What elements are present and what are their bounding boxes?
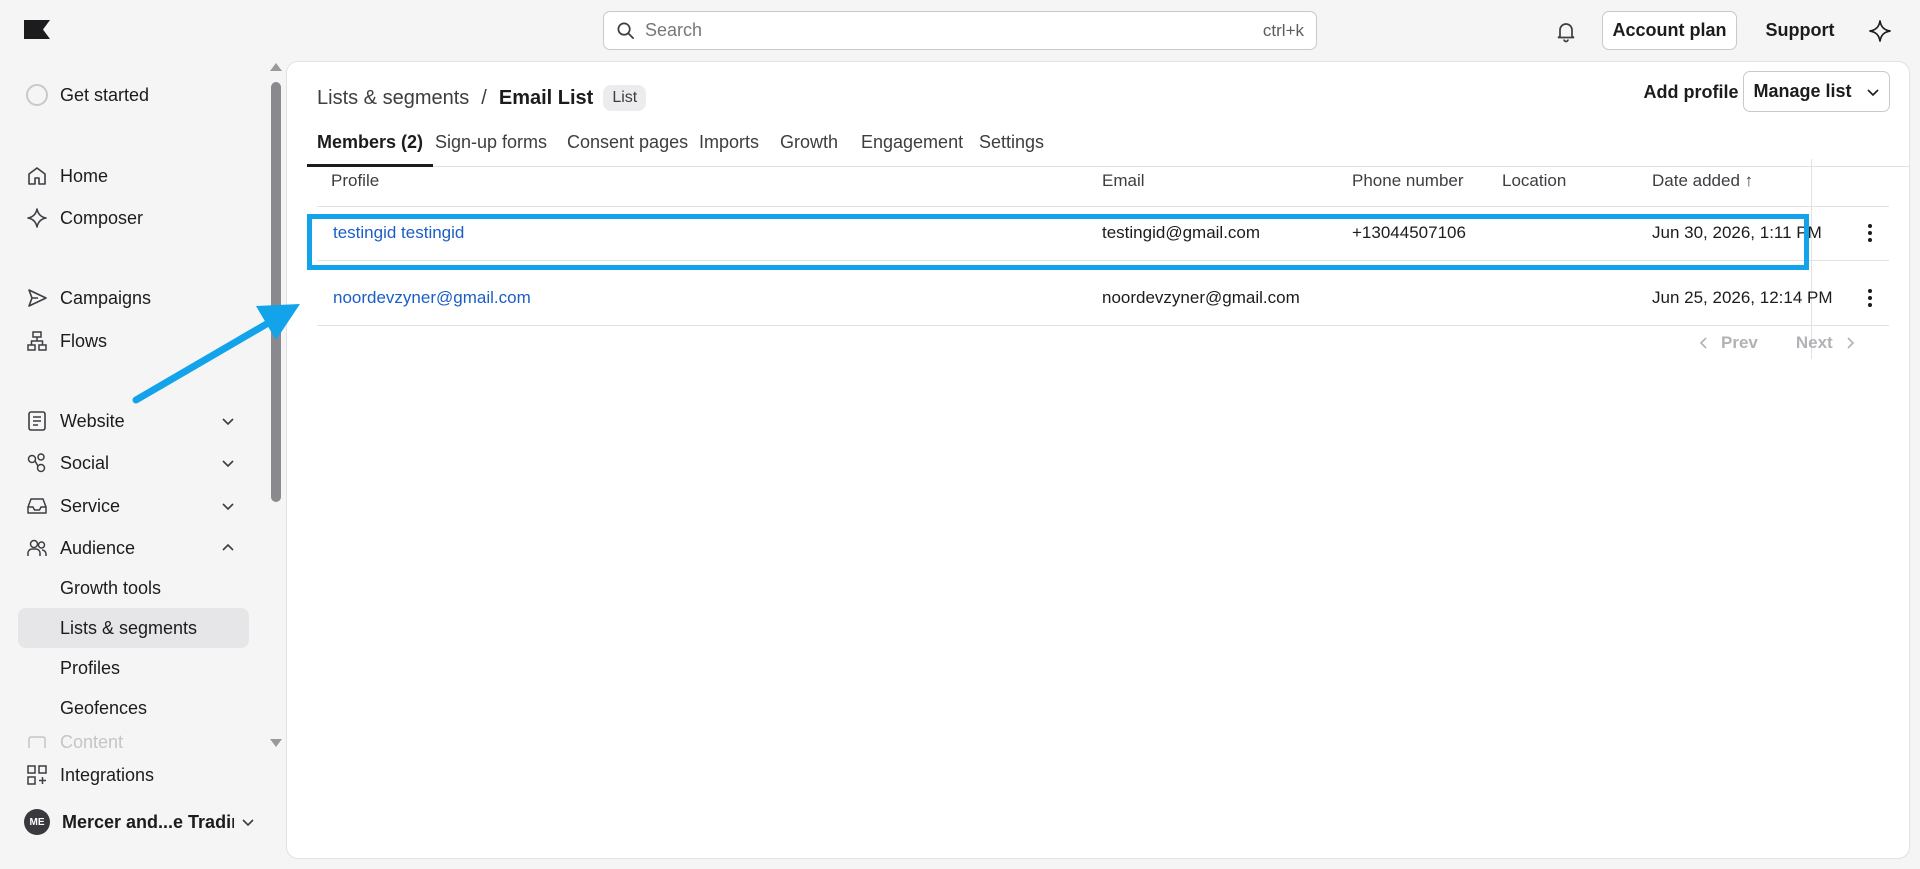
scroll-down-arrow[interactable]: [270, 739, 282, 747]
sidebar-item-integrations[interactable]: Integrations: [18, 756, 248, 794]
chevron-right-icon: [1847, 337, 1854, 349]
column-header-profile[interactable]: Profile: [331, 171, 379, 191]
org-switcher[interactable]: ME Mercer and...e Trading: [18, 803, 258, 841]
date-added-cell: Jun 25, 2026, 12:14 PM: [1652, 288, 1833, 307]
sidebar-scrollbar-thumb[interactable]: [271, 82, 281, 502]
search-bar[interactable]: ctrl+k: [603, 11, 1317, 50]
sidebar-item-label: Flows: [60, 330, 108, 351]
sidebar: Get started Home Composer Campaigns Flow…: [0, 60, 270, 869]
prev-label: Prev: [1721, 333, 1758, 352]
sidebar-subitem-geofences[interactable]: Geofences: [18, 688, 249, 728]
app-window: ctrl+k Account plan Support Get started …: [0, 0, 1920, 869]
table-header: Profile Email Phone number Location Date…: [317, 159, 1889, 207]
sidebar-item-label: Get started: [60, 84, 150, 105]
more-options-icon[interactable]: [1858, 221, 1882, 245]
search-icon: [617, 22, 634, 39]
inbox-icon: [27, 498, 47, 514]
account-plan-button[interactable]: Account plan: [1602, 11, 1737, 50]
sidebar-item-content[interactable]: Content: [18, 732, 248, 748]
content-icon: [28, 736, 46, 748]
sidebar-item-campaigns[interactable]: Campaigns: [18, 279, 248, 317]
sidebar-item-website[interactable]: Website: [18, 402, 248, 440]
add-profile-button[interactable]: Add profile: [1621, 72, 1761, 112]
chevron-left-icon: [1699, 337, 1707, 349]
chevron-down-icon[interactable]: [220, 455, 236, 471]
email-cell: noordevzyner@gmail.com: [1102, 288, 1300, 307]
sidebar-item-label: Campaigns: [60, 287, 152, 308]
manage-list-label: Manage list: [1753, 81, 1852, 101]
sidebar-item-audience[interactable]: Audience: [18, 529, 248, 567]
prev-page-button[interactable]: Prev: [1697, 333, 1758, 353]
breadcrumb: Lists & segments / Email List List: [317, 82, 647, 114]
breadcrumb-separator: /: [481, 86, 487, 109]
sidebar-item-label: Integrations: [60, 764, 155, 785]
users-icon: [27, 539, 47, 556]
search-input[interactable]: [645, 20, 1263, 41]
bell-icon[interactable]: [1554, 19, 1578, 43]
sidebar-item-label: Social: [60, 452, 110, 473]
column-header-location[interactable]: Location: [1502, 171, 1566, 191]
sidebar-item-flows[interactable]: Flows: [18, 322, 248, 360]
sidebar-item-social[interactable]: Social: [18, 444, 248, 482]
next-page-button[interactable]: Next: [1796, 333, 1857, 353]
sidebar-item-get-started[interactable]: Get started: [18, 76, 248, 114]
sidebar-item-composer[interactable]: Composer: [18, 199, 248, 237]
send-icon: [28, 289, 47, 307]
breadcrumb-lists-segments[interactable]: Lists & segments: [317, 87, 469, 110]
chevron-down-icon[interactable]: [220, 498, 236, 514]
sidebar-item-label: Service: [60, 495, 121, 516]
sidebar-item-home[interactable]: Home: [18, 157, 248, 195]
sidebar-item-service[interactable]: Service: [18, 487, 248, 525]
chevron-down-icon: [1866, 88, 1879, 96]
search-shortcut-hint: ctrl+k: [1262, 20, 1304, 40]
sparkle-icon[interactable]: [1868, 19, 1892, 43]
integrations-icon: [27, 765, 47, 785]
top-bar: ctrl+k Account plan Support: [0, 0, 1920, 60]
more-options-icon[interactable]: [1858, 286, 1882, 310]
page-title: Email List: [498, 86, 594, 109]
column-header-phone[interactable]: Phone number: [1352, 171, 1464, 191]
chevron-down-icon[interactable]: [220, 413, 236, 429]
flow-icon: [27, 331, 47, 351]
sidebar-item-label: Audience: [60, 537, 136, 558]
profile-link[interactable]: noordevzyner@gmail.com: [333, 288, 531, 308]
flag-icon[interactable]: [24, 20, 50, 39]
share-icon: [27, 453, 46, 473]
sidebar-item-label: Content: [60, 732, 124, 748]
next-label: Next: [1795, 333, 1833, 352]
scroll-up-arrow[interactable]: [270, 63, 282, 71]
sidebar-subitem-lists-segments[interactable]: Lists & segments: [18, 608, 249, 648]
column-header-email[interactable]: Email: [1102, 171, 1145, 191]
pagination: Prev Next: [1697, 328, 1857, 358]
sidebar-subitem-growth-tools[interactable]: Growth tools: [18, 568, 249, 608]
sidebar-subitem-profiles[interactable]: Profiles: [18, 648, 249, 688]
sidebar-item-label: Home: [60, 165, 109, 186]
column-header-date-added[interactable]: Date added ↑: [1652, 171, 1753, 191]
sidebar-item-label: Website: [60, 410, 125, 431]
support-button[interactable]: Support: [1752, 11, 1848, 50]
list-type-badge: List: [603, 85, 647, 111]
main-panel: Lists & segments / Email List List Add p…: [286, 61, 1910, 859]
home-icon: [28, 167, 46, 185]
chevron-up-icon[interactable]: [220, 540, 236, 556]
manage-list-button[interactable]: Manage list: [1743, 71, 1890, 112]
document-icon: [28, 411, 46, 431]
org-avatar: ME: [24, 809, 50, 835]
sparkle-icon: [27, 208, 47, 228]
table-row[interactable]: noordevzyner@gmail.com noordevzyner@gmai…: [317, 272, 1889, 326]
org-name: Mercer and...e Trading: [62, 811, 234, 832]
row-highlight-box: [307, 214, 1809, 270]
sidebar-item-label: Composer: [60, 207, 144, 228]
progress-circle-icon: [26, 84, 48, 106]
chevron-down-icon[interactable]: [240, 814, 256, 830]
